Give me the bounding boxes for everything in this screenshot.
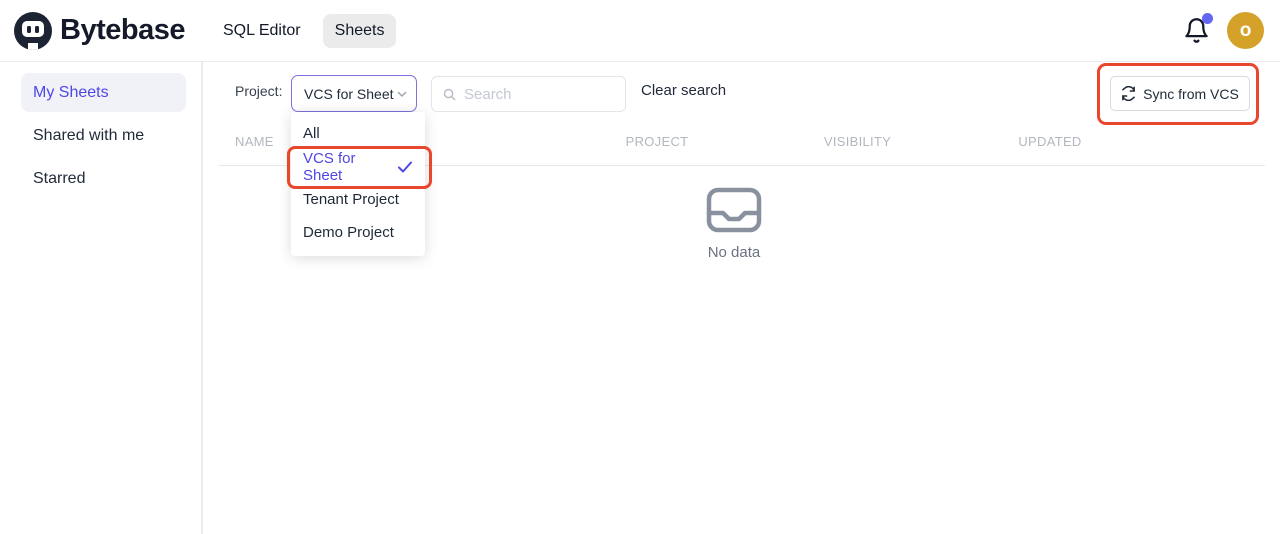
bytebase-logo[interactable]: Bytebase <box>14 12 185 50</box>
menu-option-vcs-for-sheet[interactable]: VCS for Sheet <box>291 150 425 183</box>
sync-from-vcs-button[interactable]: Sync from VCS <box>1110 76 1250 111</box>
project-select[interactable]: VCS for Sheet <box>291 75 417 112</box>
menu-option-tenant-project[interactable]: Tenant Project <box>291 183 425 216</box>
bytebase-logo-icon <box>14 12 52 50</box>
inbox-icon <box>705 187 763 233</box>
user-avatar[interactable]: o <box>1227 12 1264 49</box>
column-header-spacer <box>1140 125 1265 134</box>
menu-option-label: Tenant Project <box>303 191 399 208</box>
sheet-search[interactable] <box>431 76 626 112</box>
notification-badge <box>1202 13 1213 24</box>
sidebar-item-my-sheets[interactable]: My Sheets <box>21 73 186 112</box>
top-nav: SQL Editor Sheets <box>211 14 396 48</box>
column-header-project: PROJECT <box>559 125 755 149</box>
app-header: Bytebase SQL Editor Sheets o <box>0 0 1280 62</box>
sidebar-item-starred[interactable]: Starred <box>21 159 186 198</box>
sidebar: My Sheets Shared with me Starred <box>0 62 203 534</box>
menu-option-demo-project[interactable]: Demo Project <box>291 216 425 249</box>
sync-button-label: Sync from VCS <box>1143 86 1239 102</box>
tab-sheets[interactable]: Sheets <box>323 14 397 48</box>
project-dropdown-menu: All VCS for Sheet Tenant Project Demo Pr… <box>291 112 425 256</box>
project-filter-label: Project: <box>235 83 282 99</box>
project-select-value: VCS for Sheet <box>304 86 396 102</box>
search-input[interactable] <box>464 86 615 103</box>
menu-option-all[interactable]: All <box>291 117 425 150</box>
brand-name: Bytebase <box>60 14 185 47</box>
menu-option-label: Demo Project <box>303 224 394 241</box>
tab-sql-editor[interactable]: SQL Editor <box>211 14 313 48</box>
sidebar-item-shared-with-me[interactable]: Shared with me <box>21 116 186 155</box>
main-content: Project: VCS for Sheet Clear search S <box>203 62 1280 534</box>
chevron-down-icon <box>396 88 408 100</box>
check-icon <box>397 160 413 174</box>
menu-option-label: All <box>303 125 320 142</box>
menu-option-label: VCS for Sheet <box>303 150 397 184</box>
column-header-visibility: VISIBILITY <box>755 125 960 149</box>
notifications-button[interactable] <box>1183 16 1211 46</box>
sync-refresh-icon <box>1121 86 1136 101</box>
search-icon <box>442 87 457 102</box>
column-header-updated: UPDATED <box>960 125 1140 149</box>
clear-search-button[interactable]: Clear search <box>641 82 726 99</box>
